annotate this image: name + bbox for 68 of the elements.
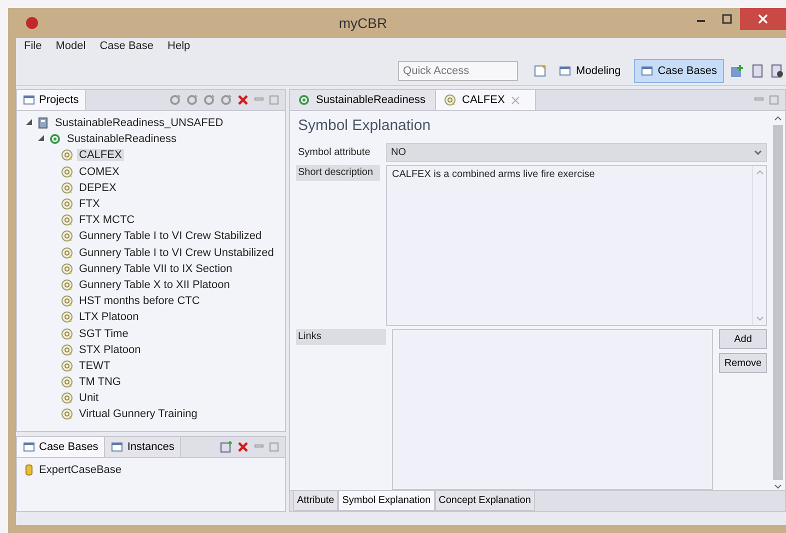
section-heading: Symbol Explanation [297,116,432,136]
field-label: Short description [296,165,380,181]
cylinder-icon [25,464,33,476]
page-tab[interactable]: Attribute [293,491,338,511]
tree-item[interactable]: FTX MCTC [77,214,137,226]
tree-item[interactable]: SGT Time [77,328,130,340]
tree-item[interactable]: SustainableReadiness [65,133,178,146]
field-label: Symbol attribute [297,146,372,160]
maximize-icon [269,95,279,105]
tree-item[interactable]: LTX Platoon [77,311,141,324]
add-case-base-icon [220,441,232,453]
editor-tab[interactable]: CALFEX [436,90,536,110]
concept-icon [298,94,310,106]
menu-item[interactable]: Help [168,40,190,54]
editor-tab[interactable]: SustainableReadiness [290,90,436,110]
link-button[interactable]: Add [719,329,767,349]
perspective-button[interactable]: Modeling [552,58,628,82]
new-case-base-icon [730,64,744,78]
scroll-down-icon[interactable] [774,484,782,490]
window-icon [23,441,35,453]
tree-item[interactable]: Gunnery Table VII to IX Section [77,262,234,275]
tree-item[interactable]: Gunnery Table X to XII Platoon [77,278,232,291]
tree-item[interactable]: SustainableReadiness_UNSAFED [53,117,226,130]
field-label: Links [296,329,386,345]
maximize-icon [769,95,779,105]
close-icon [510,96,520,104]
delete-icon [237,94,249,106]
document-icon [750,64,764,78]
tree-item[interactable]: Unit [77,392,101,404]
project-icon [37,117,49,130]
view-tab[interactable]: Projects [17,90,86,110]
window-icon [111,441,124,453]
concept-icon [49,133,61,146]
window-icon [640,64,653,76]
tree-item[interactable]: TEWT [77,360,112,372]
page-tab[interactable]: Symbol Explanation [338,491,435,511]
delete-icon [237,441,249,453]
perspective-button[interactable]: Case Bases [634,58,724,82]
maximize-icon [722,14,732,24]
view-tab[interactable]: Case Bases [17,437,106,457]
close-button[interactable] [740,8,786,30]
window-icon [559,64,572,76]
tree-item[interactable]: STX Platoon [77,344,143,356]
view-tab[interactable]: Instances [105,437,182,457]
menu-item[interactable]: Model [56,40,86,54]
tree-item[interactable]: FTX [77,198,102,210]
list-entry[interactable]: ExpertCaseBase [37,464,124,476]
page-tab[interactable]: Concept Explanation [434,491,535,511]
tree-item[interactable]: COMEX [77,166,122,178]
quick-access-field[interactable]: Quick Access [398,60,518,80]
tree-item[interactable]: HST months before CTC [77,295,202,308]
app-icon [26,17,38,29]
link-button[interactable]: Remove [719,353,767,373]
menu-item[interactable]: Case Base [100,40,154,54]
menu-item[interactable]: File [24,40,42,54]
scroll-up-icon[interactable] [774,115,782,121]
tree-item[interactable]: DEPEX [77,182,118,194]
close-icon [758,14,768,24]
tree-item[interactable]: CALFEX [77,149,124,162]
tree-item[interactable]: Gunnery Table I to VI Crew Unstabilized [77,246,276,259]
window-title: myCBR [338,15,388,31]
chevron-down-icon [754,150,762,156]
tree-item[interactable]: Virtual Gunnery Training [77,408,200,420]
tree-item[interactable]: Gunnery Table I to VI Crew Stabilized [77,230,264,242]
maximize-icon [269,442,279,452]
tree-item[interactable]: TM TNG [77,376,123,388]
window-icon [23,94,35,106]
symbol-attribute-dropdown[interactable]: NO [386,143,767,162]
